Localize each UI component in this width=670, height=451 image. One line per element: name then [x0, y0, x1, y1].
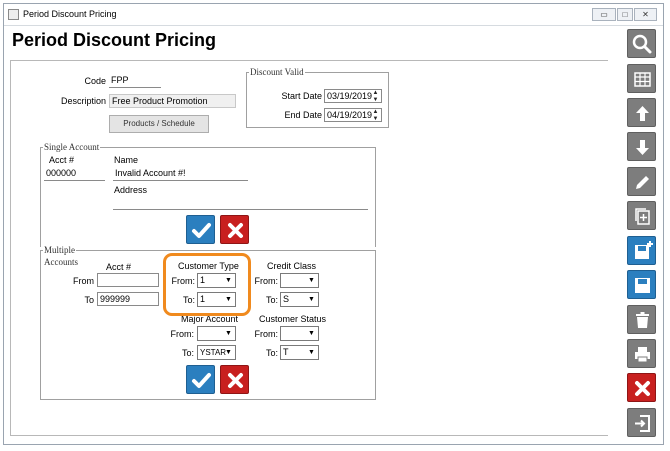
save-new-button[interactable] [627, 236, 656, 265]
customer-type-highlight [163, 253, 251, 316]
major-account-from-select[interactable]: ▼ [197, 326, 236, 341]
edit-button[interactable] [627, 167, 656, 196]
single-acct-label: Acct # [49, 155, 75, 165]
code-label: Code [84, 76, 106, 86]
single-address-label: Address [114, 185, 148, 195]
code-field[interactable]: FPP [109, 74, 161, 88]
print-button[interactable] [627, 339, 656, 368]
chevron-down-icon: ▼ [308, 277, 315, 284]
description-field[interactable]: Free Product Promotion [109, 94, 236, 108]
single-acct-field[interactable]: 000000 [44, 167, 105, 181]
save-icon [635, 278, 650, 293]
save-button[interactable] [627, 270, 656, 299]
app-icon [8, 9, 19, 20]
multiple-legend-line1: Multiple [43, 245, 76, 255]
credit-class-to-label: To: [265, 295, 278, 305]
end-date-spinner-icon[interactable]: ▲ ▼ [371, 109, 380, 121]
multiple-confirm-button[interactable] [186, 365, 215, 394]
delete-button[interactable] [627, 305, 656, 334]
chevron-down-icon: ▼ [225, 349, 232, 356]
minimize-button[interactable]: ▭ [592, 8, 616, 21]
multiple-cancel-button[interactable] [220, 365, 249, 394]
single-cancel-button[interactable] [220, 215, 249, 244]
x-icon [228, 373, 243, 388]
start-date-value: 03/19/2019 [327, 91, 373, 101]
search-button[interactable] [627, 29, 656, 58]
discount-valid-legend: Discount Valid [249, 67, 305, 77]
x-icon [228, 223, 243, 238]
single-account-legend: Single Account [43, 142, 101, 152]
customer-status-from-label: From: [254, 329, 279, 339]
trash-icon [636, 312, 649, 328]
multi-acct-to-field[interactable]: 999999 [97, 292, 159, 306]
grid-icon [634, 72, 651, 87]
single-confirm-button[interactable] [186, 215, 215, 244]
products-schedule-button[interactable]: Products / Schedule [109, 115, 209, 133]
customer-status-label: Customer Status [259, 314, 327, 324]
multi-to-label: To [84, 295, 94, 305]
arrow-up-icon [636, 106, 649, 121]
close-button[interactable]: ✕ [634, 8, 657, 21]
credit-class-from-select[interactable]: ▼ [280, 273, 319, 288]
exit-button[interactable] [627, 408, 656, 437]
copy-icon [635, 208, 650, 225]
end-date-label: End Date [284, 110, 322, 120]
print-icon [635, 347, 650, 363]
arrow-down-icon [636, 140, 649, 155]
customer-status-to-value: T [283, 347, 289, 357]
checkmark-icon [192, 223, 211, 238]
description-label: Description [60, 96, 106, 106]
credit-class-from-label: From: [254, 276, 279, 286]
pencil-icon [636, 176, 649, 189]
customer-status-to-label: To: [265, 348, 278, 358]
single-name-label: Name [114, 155, 139, 165]
end-date-value: 04/19/2019 [327, 110, 373, 120]
grid-button[interactable] [627, 64, 656, 93]
customer-status-from-select[interactable]: ▼ [280, 326, 319, 341]
chevron-down-icon: ▼ [225, 330, 232, 337]
major-account-from-label: From: [170, 329, 195, 339]
save-new-icon [635, 241, 653, 259]
credit-class-to-select[interactable]: S ▼ [280, 292, 319, 307]
credit-class-to-value: S [283, 294, 290, 304]
checkmark-icon [192, 373, 211, 388]
chevron-down-icon: ▼ [308, 330, 315, 337]
start-date-field[interactable]: 03/19/2019 ▲ ▼ [324, 89, 382, 103]
copy-button[interactable] [627, 201, 656, 230]
single-name-field[interactable]: Invalid Account #! [113, 167, 248, 181]
single-address-field[interactable] [113, 196, 368, 210]
title-bar: Period Discount Pricing ▭ □ ✕ [4, 4, 663, 26]
multi-acct-label: Acct # [106, 262, 132, 272]
chevron-down-icon: ▼ [308, 349, 315, 356]
multiple-legend-line2: Accounts [44, 257, 78, 267]
window-title: Period Discount Pricing [23, 9, 117, 19]
page-title: Period Discount Pricing [12, 30, 217, 50]
multi-from-label: From [73, 276, 94, 286]
close-record-button[interactable] [627, 373, 656, 402]
customer-status-to-select[interactable]: T ▼ [280, 345, 319, 360]
search-icon [632, 34, 652, 54]
move-up-button[interactable] [627, 98, 656, 127]
move-down-button[interactable] [627, 132, 656, 161]
start-date-spinner-icon[interactable]: ▲ ▼ [371, 90, 380, 102]
close-icon [635, 381, 650, 396]
multi-acct-from-field[interactable] [97, 273, 159, 287]
chevron-down-icon: ▼ [308, 296, 315, 303]
major-account-to-select[interactable]: YSTAR ▼ [197, 345, 236, 360]
end-date-field[interactable]: 04/19/2019 ▲ ▼ [324, 108, 382, 122]
credit-class-label: Credit Class [267, 261, 317, 271]
exit-icon [635, 415, 650, 432]
maximize-button[interactable]: □ [617, 8, 633, 21]
major-account-to-label: To: [181, 348, 194, 358]
start-date-label: Start Date [281, 91, 322, 101]
